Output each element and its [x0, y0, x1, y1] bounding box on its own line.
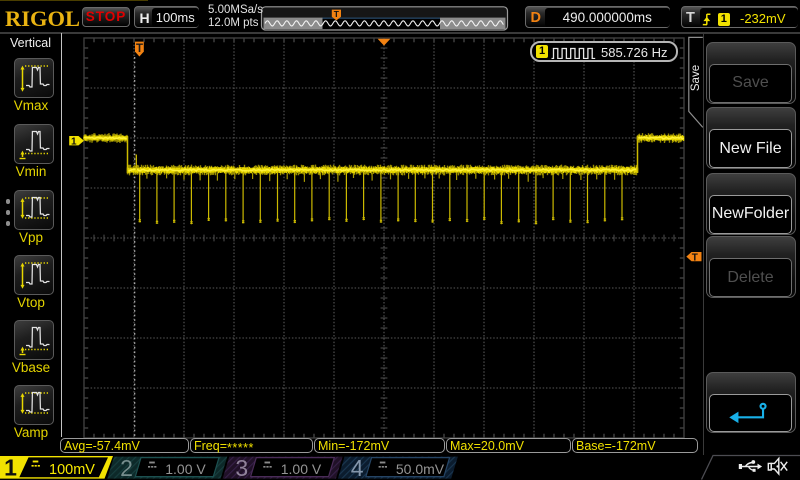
- svg-text:50.0mV: 50.0mV: [396, 461, 445, 477]
- svg-text:1: 1: [4, 455, 17, 480]
- svg-text:3: 3: [235, 455, 248, 480]
- svg-text:T: T: [136, 43, 143, 55]
- svg-text:2: 2: [120, 455, 133, 480]
- svg-text:4: 4: [351, 455, 364, 480]
- svg-text:T: T: [334, 9, 340, 19]
- svg-text:100mV: 100mV: [49, 462, 95, 478]
- svg-text:T: T: [692, 253, 698, 264]
- svg-text:1.00 V: 1.00 V: [281, 461, 322, 477]
- svg-text:1.00 V: 1.00 V: [165, 461, 206, 477]
- svg-text:1: 1: [71, 136, 77, 147]
